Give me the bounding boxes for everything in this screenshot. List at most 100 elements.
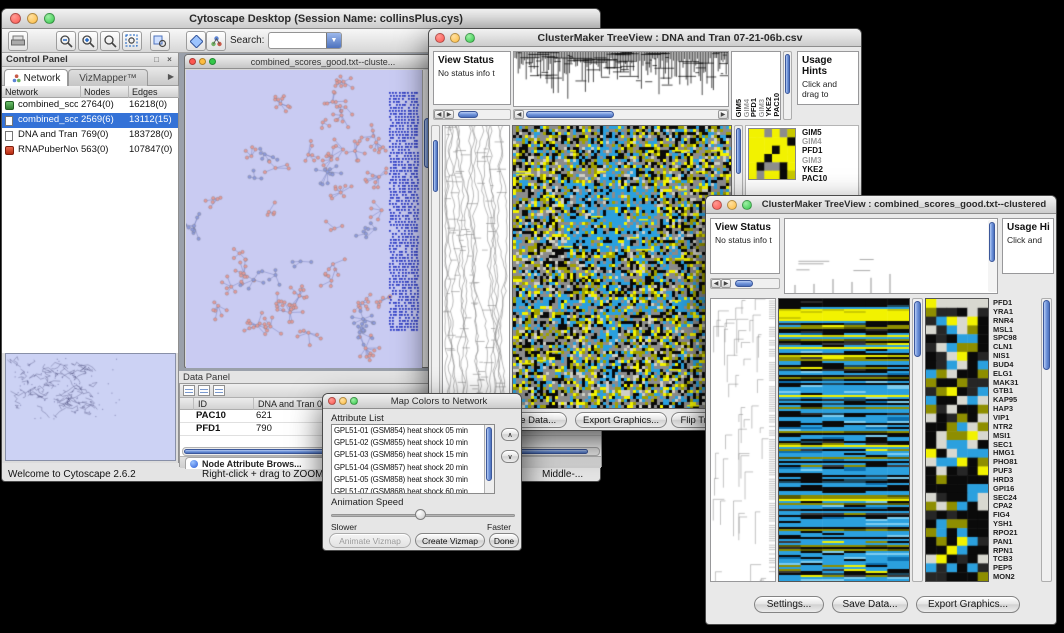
scrollbar-thumb[interactable] [735, 280, 753, 287]
move-up-button[interactable]: ∧ [501, 428, 519, 441]
search-combobox[interactable]: ▼ [268, 32, 342, 49]
scrollbar-thumb[interactable] [785, 54, 790, 94]
label-vscrollbar[interactable] [988, 220, 997, 292]
gene-row-label[interactable]: GIM3 [802, 156, 856, 165]
export-graphics-button[interactable]: Export Graphics... [575, 412, 667, 428]
scrollbar-thumb[interactable] [486, 427, 492, 481]
annotation-button[interactable] [186, 31, 206, 51]
save-data-button[interactable]: Save Data... [832, 596, 908, 613]
scroll-left-icon[interactable]: ◀ [514, 110, 524, 119]
minimize-icon[interactable] [27, 13, 38, 24]
global-heatmap-canvas[interactable] [779, 299, 909, 581]
zoom-heatmap-canvas[interactable] [926, 299, 988, 581]
tab-network[interactable]: Network [4, 69, 68, 86]
scrollbar-thumb[interactable] [458, 111, 478, 118]
scrollbar-thumb[interactable] [433, 140, 438, 192]
maximize-icon[interactable] [465, 33, 475, 43]
gene-dendrogram-canvas[interactable] [711, 299, 775, 581]
maximize-icon[interactable] [350, 397, 358, 405]
gene-dendrogram-canvas[interactable] [443, 126, 509, 408]
scrollbar-thumb[interactable] [1043, 300, 1050, 370]
scroll-right-icon[interactable]: ▶ [718, 110, 728, 119]
animate-vizmap-button[interactable]: Animate Vizmap [329, 533, 411, 548]
attribute-list-item[interactable]: GPL51-01 (GSM854) heat shock 05 min [332, 425, 484, 437]
select-attributes-button[interactable] [213, 385, 225, 396]
dialog-title-bar[interactable]: Map Colors to Network [323, 394, 521, 409]
slider-thumb[interactable] [415, 509, 426, 520]
close-panel-icon[interactable]: × [164, 54, 175, 65]
gene-vscrollbar[interactable] [431, 125, 440, 409]
close-icon[interactable] [435, 33, 445, 43]
scrollbar-thumb[interactable] [914, 301, 921, 357]
array-dendrogram-canvas[interactable] [785, 219, 900, 293]
attribute-list-item[interactable]: GPL51-04 (GSM857) heat shock 20 min [332, 462, 484, 474]
network-list-row[interactable]: combined_scores 2764(0) 16218(0) [2, 98, 178, 113]
scrollbar-thumb[interactable] [526, 111, 614, 118]
close-icon[interactable] [712, 200, 722, 210]
attribute-list[interactable]: GPL51-01 (GSM854) heat shock 05 minGPL51… [331, 424, 495, 494]
col-id[interactable]: ID [194, 398, 254, 410]
move-down-button[interactable]: ∨ [501, 450, 519, 463]
zoom-heatmap-canvas[interactable] [748, 128, 796, 180]
dock-panel-button[interactable] [198, 385, 210, 396]
mini-hscrollbar[interactable]: ◀ ▶ [710, 278, 780, 289]
dna-title-bar[interactable]: ClusterMaker TreeView : DNA and Tran 07-… [429, 29, 861, 47]
array-hscrollbar[interactable]: ◀ ▶ [513, 109, 729, 120]
combined-title-bar[interactable]: ClusterMaker TreeView : combined_scores_… [706, 196, 1056, 214]
gene-row-label[interactable]: PFD1 [802, 146, 856, 155]
gene-row-label[interactable]: PAC10 [802, 174, 856, 183]
print-button[interactable] [8, 31, 28, 51]
scroll-left-icon[interactable]: ◀ [711, 279, 721, 288]
gene-row-label[interactable]: MON2 [993, 573, 1039, 582]
maximize-icon[interactable] [209, 58, 216, 65]
scroll-left-icon[interactable]: ◀ [434, 110, 444, 119]
col-network[interactable]: Network [2, 86, 81, 98]
gene-row-label[interactable]: YKE2 [802, 165, 856, 174]
attribute-list-scrollbar[interactable] [484, 425, 494, 493]
done-button[interactable]: Done [489, 533, 519, 548]
scroll-right-icon[interactable]: ▶ [444, 110, 454, 119]
zoom-selected-region-button[interactable] [150, 31, 170, 51]
maximize-icon[interactable] [44, 13, 55, 24]
export-graphics-button[interactable]: Export Graphics... [916, 596, 1020, 613]
network-list-row[interactable]: DNA and Tran 07 769(0) 183728(0) [2, 128, 178, 143]
close-icon[interactable] [189, 58, 196, 65]
main-title-bar[interactable]: Cytoscape Desktop (Session Name: collins… [2, 9, 600, 29]
close-icon[interactable] [10, 13, 21, 24]
network-view-title-bar[interactable]: combined_scores_good.txt--cluste... [185, 55, 431, 69]
tab-overflow-icon[interactable]: ▶ [168, 72, 174, 81]
minimize-icon[interactable] [450, 33, 460, 43]
scrollbar-thumb[interactable] [736, 128, 741, 174]
zoom-out-button[interactable] [56, 31, 76, 51]
minimize-icon[interactable] [727, 200, 737, 210]
close-icon[interactable] [328, 397, 336, 405]
scrollbar-thumb[interactable] [989, 222, 995, 262]
animation-speed-slider[interactable] [331, 508, 515, 522]
label-vscrollbar[interactable] [783, 51, 792, 120]
col-nodes[interactable]: Nodes [81, 86, 129, 98]
minimize-icon[interactable] [339, 397, 347, 405]
attribute-list-item[interactable]: GPL51-05 (GSM858) heat shock 30 min [332, 474, 484, 486]
network-overview-thumbnail[interactable] [5, 353, 176, 461]
dropdown-arrow-icon[interactable]: ▼ [326, 33, 341, 48]
attribute-list-item[interactable]: GPL51-03 (GSM856) heat shock 15 min [332, 449, 484, 461]
scroll-right-icon[interactable]: ▶ [721, 279, 731, 288]
zoom-fit-button[interactable] [122, 31, 142, 51]
gene-vscrollbar[interactable] [1041, 298, 1052, 582]
minimize-icon[interactable] [199, 58, 206, 65]
float-panel-icon[interactable]: □ [151, 54, 162, 65]
create-vizmap-button[interactable]: Create Vizmap [415, 533, 485, 548]
attribute-list-item[interactable]: GPL51-02 (GSM855) heat shock 10 min [332, 437, 484, 449]
attribute-list-item[interactable]: GPL51-07 (GSM868) heat shock 60 min [332, 486, 484, 494]
float-panel-button[interactable] [183, 385, 195, 396]
col-edges[interactable]: Edges [129, 86, 179, 98]
zoom-in-button[interactable] [78, 31, 98, 51]
gene-row-label[interactable]: GIM5 [802, 128, 856, 137]
heatmap-vscrollbar[interactable] [912, 298, 923, 582]
network-graph-canvas[interactable] [186, 70, 422, 368]
array-dendrogram-canvas[interactable] [514, 52, 728, 106]
network-list-row[interactable]: combined_sco 2569(6) 13112(15) [2, 113, 178, 128]
gene-row-label[interactable]: GIM4 [802, 137, 856, 146]
tab-vizmapper[interactable]: VizMapper™ [68, 69, 148, 86]
zoom-actual-size-button[interactable] [100, 31, 120, 51]
